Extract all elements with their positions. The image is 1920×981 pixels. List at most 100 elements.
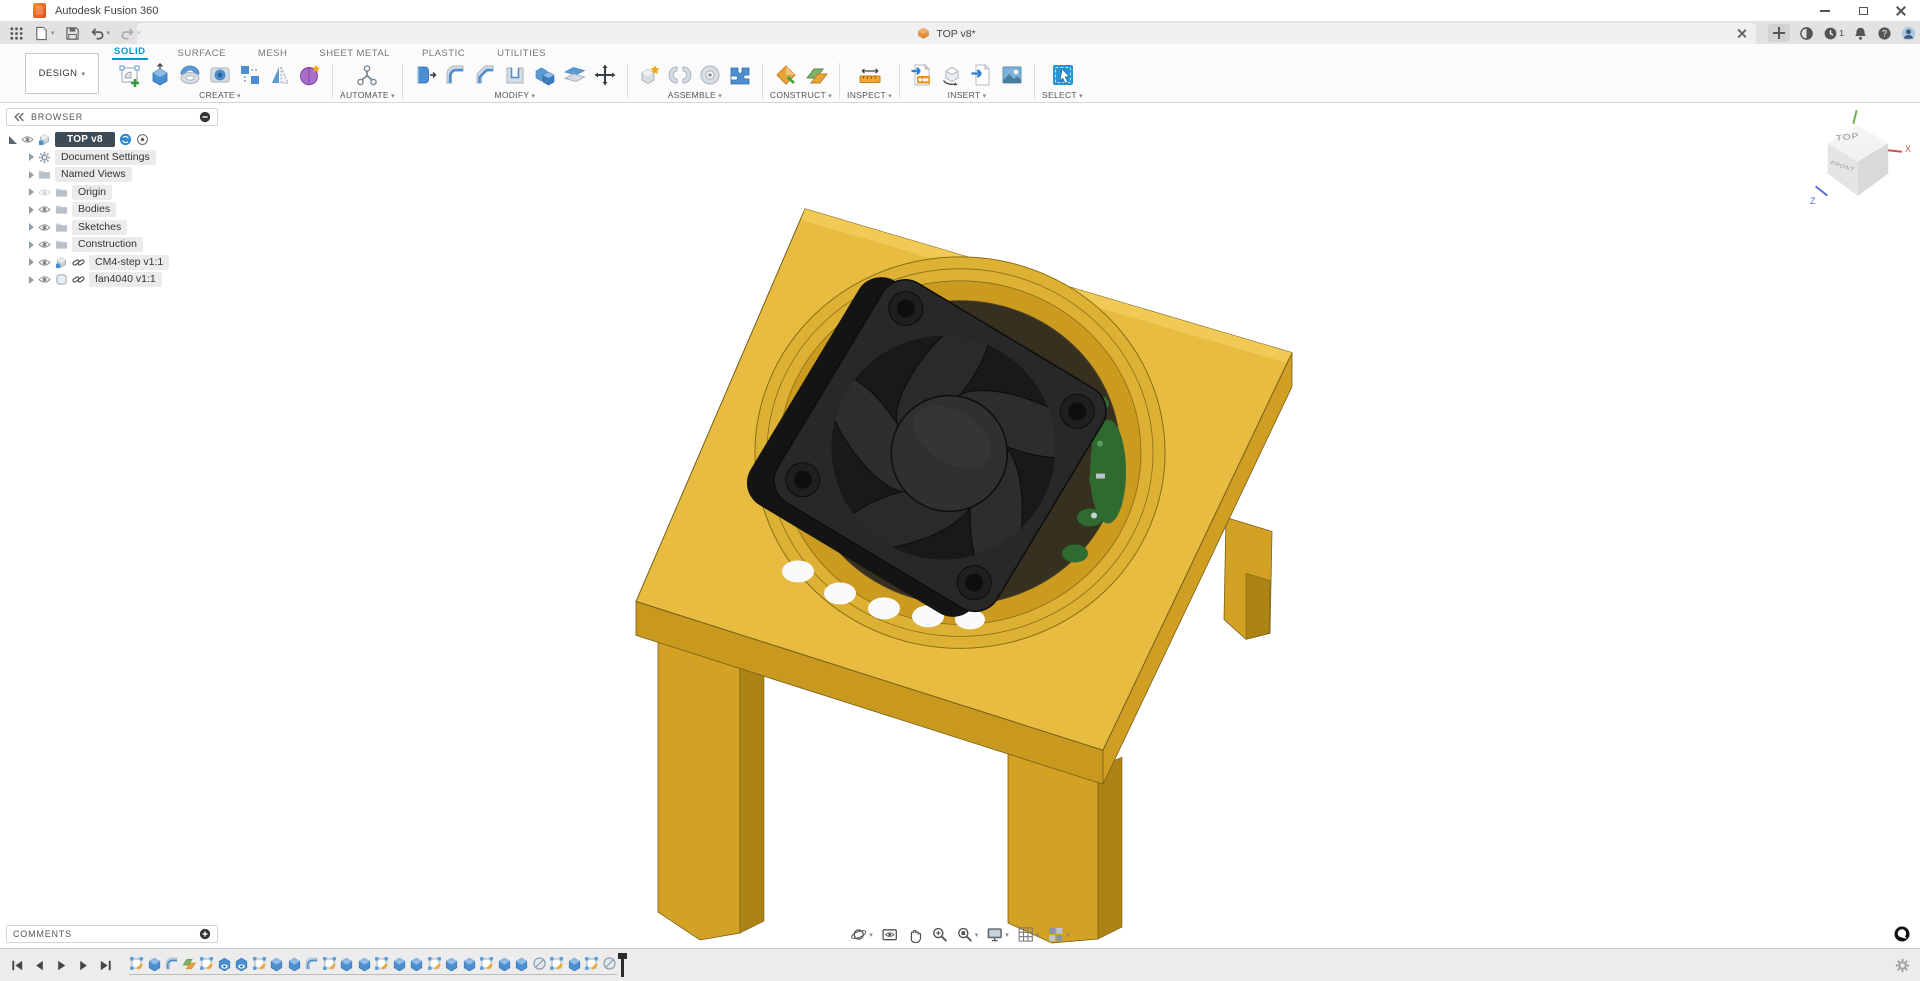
- timeline-feature-fillet-11[interactable]: [304, 956, 319, 971]
- ribbon-tab-plastic[interactable]: PLASTIC: [420, 48, 467, 60]
- split-button[interactable]: [562, 62, 588, 88]
- timeline-feature-pattern-28[interactable]: [602, 956, 617, 971]
- file-menu-button[interactable]: [31, 25, 58, 42]
- timeline-feature-sketch-15[interactable]: [374, 956, 389, 971]
- visibility-eye-icon[interactable]: [38, 221, 51, 234]
- visibility-eye-icon[interactable]: [38, 273, 51, 286]
- grid-settings-button[interactable]: [1017, 926, 1040, 943]
- look-at-button[interactable]: [881, 926, 898, 943]
- zoom-button[interactable]: [931, 926, 948, 943]
- undo-button[interactable]: [87, 25, 114, 42]
- timeline-feature-extrude-19[interactable]: [444, 956, 459, 971]
- timeline-feature-hole-6[interactable]: [217, 956, 232, 971]
- canvas-button[interactable]: [999, 62, 1025, 88]
- help-button[interactable]: ?: [1877, 26, 1892, 41]
- viewport-canvas[interactable]: [0, 104, 1920, 948]
- offset-plane-button[interactable]: [803, 62, 829, 88]
- timeline-step-back-button[interactable]: [32, 958, 47, 973]
- group-label-construct[interactable]: CONSTRUCT: [770, 90, 832, 100]
- design-workspace-dropdown[interactable]: DESIGN: [25, 53, 99, 94]
- press-pull-button[interactable]: [412, 62, 438, 88]
- chamfer-button[interactable]: [472, 62, 498, 88]
- expand-icon[interactable]: [29, 258, 34, 267]
- group-label-inspect[interactable]: INSPECT: [847, 90, 892, 100]
- ribbon-tab-solid[interactable]: SOLID: [112, 46, 148, 60]
- timeline-feature-fillet-3[interactable]: [164, 956, 179, 971]
- timeline-play-button[interactable]: [54, 958, 69, 973]
- timeline-step-forward-button[interactable]: [76, 958, 91, 973]
- browser-root-row[interactable]: TOP v8: [8, 131, 218, 149]
- pan-button[interactable]: [906, 926, 923, 943]
- new-component-button[interactable]: [637, 62, 663, 88]
- as-built-joint-button[interactable]: [697, 62, 723, 88]
- document-tab[interactable]: TOP v8*: [137, 23, 1756, 44]
- group-label-select[interactable]: SELECT: [1042, 90, 1083, 100]
- browser-item-named-views[interactable]: Named Views: [8, 166, 218, 184]
- timeline-feature-sketch-27[interactable]: [584, 956, 599, 971]
- ribbon-tab-mesh[interactable]: MESH: [256, 48, 289, 60]
- timeline-feature-pattern-24[interactable]: [532, 956, 547, 971]
- save-button[interactable]: [62, 25, 83, 42]
- visibility-eye-icon[interactable]: [38, 238, 51, 251]
- job-status-button[interactable]: 1: [1823, 26, 1844, 41]
- timeline-feature-hole-7[interactable]: [234, 956, 249, 971]
- expand-icon[interactable]: [9, 135, 17, 144]
- ribbon-tab-surface[interactable]: SURFACE: [176, 48, 228, 60]
- redo-button[interactable]: [117, 25, 144, 42]
- timeline-feature-sketch-18[interactable]: [427, 956, 442, 971]
- new-tab-button[interactable]: [1768, 24, 1791, 42]
- timeline-feature-sketch-1[interactable]: [129, 956, 144, 971]
- shell-button[interactable]: [502, 62, 528, 88]
- browser-item-cm4-step-v1-1[interactable]: CM4-step v1:1: [8, 254, 218, 272]
- timeline-feature-extrude-16[interactable]: [392, 956, 407, 971]
- automate-button[interactable]: [354, 62, 380, 88]
- expand-icon[interactable]: [29, 170, 34, 179]
- panel-collapse-icon[interactable]: [13, 111, 25, 123]
- timeline-feature-extrude-10[interactable]: [287, 956, 302, 971]
- timeline-feature-extrude-17[interactable]: [409, 956, 424, 971]
- expand-icon[interactable]: [29, 188, 34, 197]
- browser-item-bodies[interactable]: Bodies: [8, 201, 218, 219]
- ribbon-tab-sheet-metal[interactable]: SHEET METAL: [317, 48, 392, 60]
- group-label-create[interactable]: CREATE: [199, 90, 241, 100]
- display-settings-button[interactable]: [986, 926, 1009, 943]
- ribbon-tab-utilities[interactable]: UTILITIES: [495, 48, 548, 60]
- timeline-feature-sketch-12[interactable]: [322, 956, 337, 971]
- create-sketch-button[interactable]: [117, 62, 143, 88]
- group-label-modify[interactable]: MODIFY: [494, 90, 535, 100]
- move-button[interactable]: [592, 62, 618, 88]
- pattern-button[interactable]: [237, 62, 263, 88]
- timeline-feature-extrude-9[interactable]: [269, 956, 284, 971]
- extrude-button[interactable]: [147, 62, 173, 88]
- expand-icon[interactable]: [29, 223, 34, 232]
- app-grid-button[interactable]: [6, 25, 27, 42]
- browser-header[interactable]: BROWSER: [6, 108, 218, 126]
- browser-item-document-settings[interactable]: Document Settings: [8, 149, 218, 167]
- expand-icon[interactable]: [29, 153, 34, 162]
- browser-item-construction[interactable]: Construction: [8, 236, 218, 254]
- viewport[interactable]: BROWSER TOP v8 Document Settings Named Vie…: [0, 104, 1920, 948]
- timeline-feature-sketch-8[interactable]: [252, 956, 267, 971]
- timeline-feature-extrude-14[interactable]: [357, 956, 372, 971]
- joint-button[interactable]: [667, 62, 693, 88]
- tab-close-icon[interactable]: [1736, 28, 1747, 39]
- timeline-go-to-start-button[interactable]: [10, 958, 25, 973]
- maximize-button[interactable]: [1844, 0, 1882, 22]
- timeline-feature-extrude-22[interactable]: [497, 956, 512, 971]
- notifications-button[interactable]: [1853, 26, 1868, 41]
- combine-button[interactable]: [532, 62, 558, 88]
- group-label-assemble[interactable]: ASSEMBLE: [668, 90, 722, 100]
- mirror-button[interactable]: [267, 62, 293, 88]
- expand-icon[interactable]: [29, 275, 34, 284]
- profile-button[interactable]: [1901, 26, 1916, 41]
- timeline-go-to-end-button[interactable]: [98, 958, 113, 973]
- visibility-eye-icon[interactable]: [38, 203, 51, 216]
- browser-item-fan4040-v1-1[interactable]: fan4040 v1:1: [8, 271, 218, 289]
- browser-options-icon[interactable]: [199, 111, 211, 123]
- timeline-feature-extrude-20[interactable]: [462, 956, 477, 971]
- expand-icon[interactable]: [29, 240, 34, 249]
- timeline-feature-extrude-23[interactable]: [514, 956, 529, 971]
- visibility-eye-icon[interactable]: [21, 133, 34, 146]
- timeline-feature-plane-4[interactable]: [182, 956, 197, 971]
- browser-root-label[interactable]: TOP v8: [55, 132, 115, 148]
